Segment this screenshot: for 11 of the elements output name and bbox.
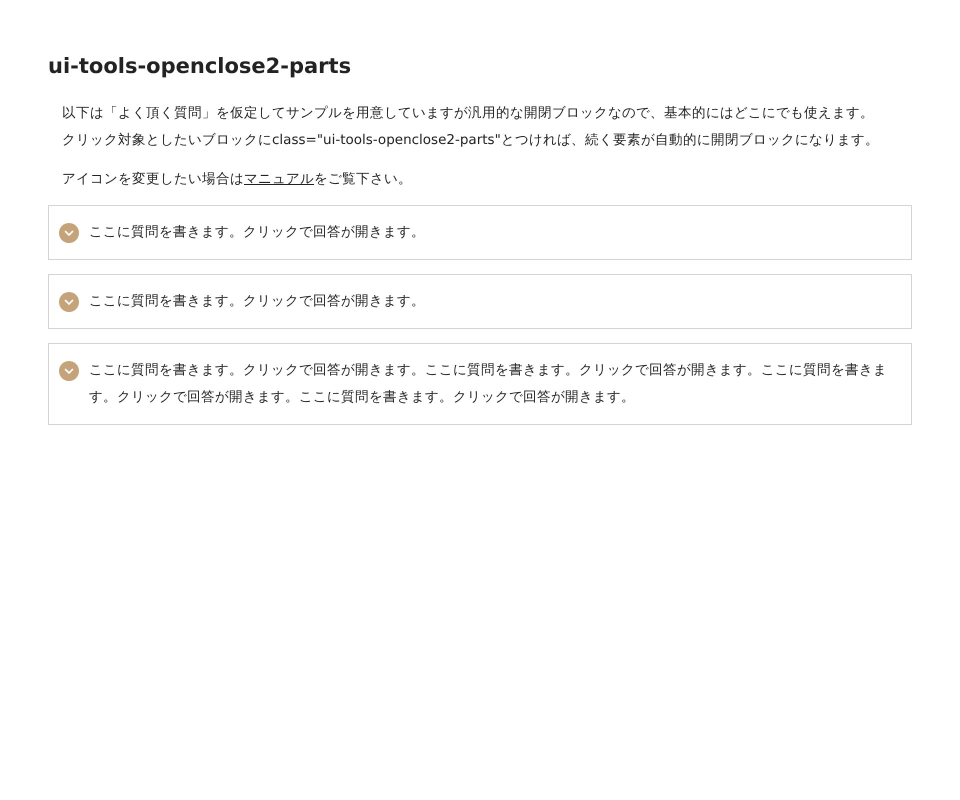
manual-link[interactable]: マニュアル — [244, 171, 314, 187]
question-item[interactable]: ここに質問を書きます。クリックで回答が開きます。 — [48, 205, 912, 260]
page-title: ui-tools-openclose2-parts — [48, 54, 352, 78]
note-text: アイコンを変更したい場合はマニュアルをご覧下さい。 — [62, 170, 413, 189]
question-text: ここに質問を書きます。クリックで回答が開きます。ここに質問を書きます。クリックで回答が開きます。ここに質問を書きます。クリックで回答が開きます。ここに質問を書きます。クリックで回答が開きます。 — [89, 361, 888, 407]
intro-text: クリック対象としたいブロックにclass="ui-tools-openclose2-parts"とつければ、続く要素が自動的に開閉ブロックになります。 — [62, 131, 880, 150]
intro-text: 以下は「よく頂く質問」を仮定してサンプルを用意していますが汎用的な開閉ブロックなので、基本的にはどこにでも使えます。 — [62, 104, 875, 123]
question-text: ここに質問を書きます。クリックで回答が開きます。 — [89, 292, 425, 311]
question-text: ここに質問を書きます。クリックで回答が開きます。 — [89, 223, 425, 242]
question-item[interactable]: ここに質問を書きます。クリックで回答が開きます。 — [48, 274, 912, 329]
question-item[interactable]: ここに質問を書きます。クリックで回答が開きます。ここに質問を書きます。クリックで回答が開きます。ここに質問を書きます。クリックで回答が開きます。ここに質問を書きます。クリックで回答が開きます。 — [48, 343, 912, 425]
